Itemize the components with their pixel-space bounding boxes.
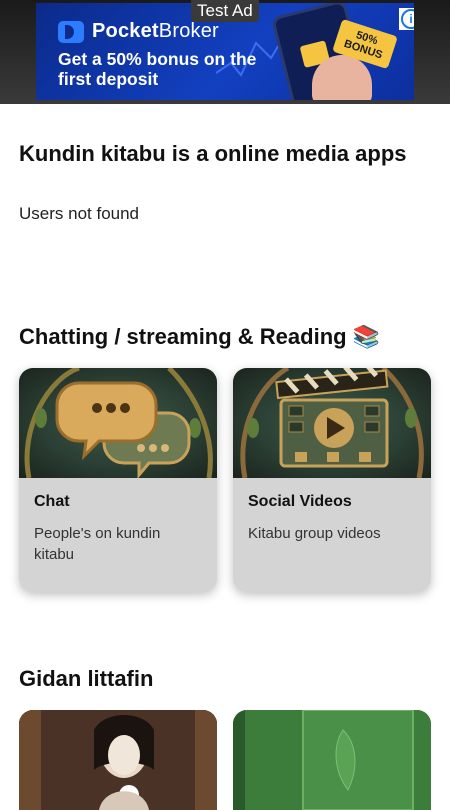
ad-headline: Get a 50% bonus on the first deposit — [58, 49, 257, 89]
ad-brand: PocketBroker — [58, 20, 219, 43]
pocket-broker-logo-icon — [58, 20, 84, 43]
page-title: Kundin kitabu is a online media apps — [19, 141, 407, 166]
ad-info-button[interactable]: i — [399, 8, 414, 30]
ad-brand-rest: Broker — [158, 20, 219, 42]
book-card-2[interactable] — [233, 710, 431, 810]
social-videos-card-image — [233, 368, 431, 478]
ad-banner-area: PocketBroker Get a 50% bonus on the firs… — [0, 0, 450, 104]
chat-card-title: Chat — [34, 493, 70, 510]
social-videos-card-description: Kitabu group videos — [248, 525, 381, 542]
users-status-text: Users not found — [19, 204, 140, 223]
social-videos-card-title: Social Videos — [248, 493, 352, 510]
chat-card-image — [19, 368, 217, 478]
book-cover-image — [233, 710, 431, 810]
video-clapper-icon — [240, 368, 424, 478]
book-card-1[interactable] — [19, 710, 217, 810]
book-cover-image — [19, 710, 217, 810]
info-icon: i — [401, 9, 414, 29]
chat-bubbles-icon — [24, 368, 213, 478]
chat-card-description: People's on kundin kitabu — [34, 525, 161, 563]
chat-card[interactable]: Chat People's on kundin kitabu — [19, 368, 217, 592]
social-videos-card[interactable]: Social Videos Kitabu group videos — [233, 368, 431, 592]
test-ad-label: Test Ad — [191, 0, 259, 22]
section-title-books: Gidan littafin — [19, 666, 154, 691]
ad-brand-bold: Pocket — [92, 20, 159, 42]
hand-illustration — [312, 55, 372, 100]
section-title-chatting: Chatting / streaming & Reading 📚 — [19, 324, 381, 349]
